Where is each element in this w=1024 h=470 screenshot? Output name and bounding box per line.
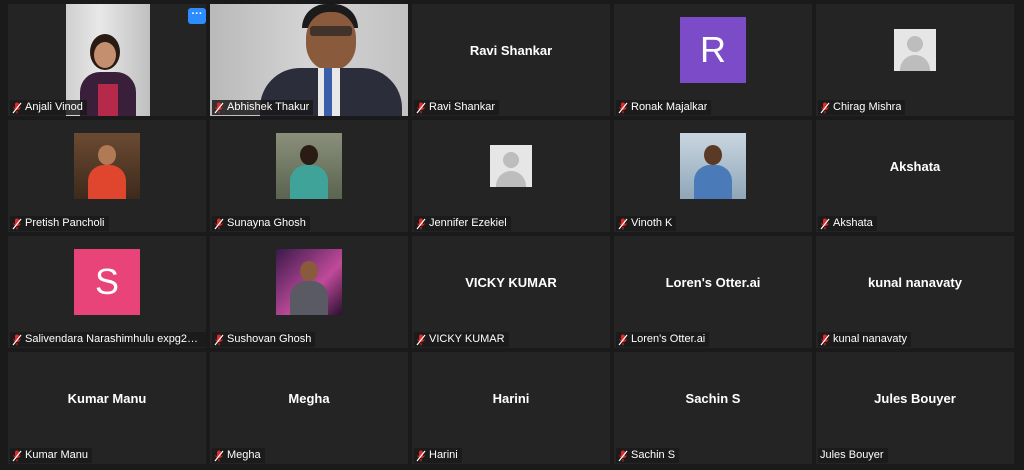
letter-avatar: R [680, 17, 746, 83]
profile-photo [74, 133, 140, 199]
participant-tile[interactable]: Abhishek Thakur [210, 4, 408, 116]
participant-display-name: Kumar Manu [67, 390, 147, 406]
participant-name-label: Salivendara Narashimhulu expg210... [10, 332, 206, 347]
profile-photo [276, 249, 342, 315]
participant-tile[interactable]: Jules Bouyer Jules Bouyer [816, 352, 1014, 464]
muted-mic-icon [618, 450, 628, 461]
participant-name: Harini [429, 449, 458, 461]
participant-name-label: Ronak Majalkar [616, 100, 712, 115]
muted-mic-icon [416, 450, 426, 461]
participant-name-label: Pretish Pancholi [10, 216, 109, 231]
participant-name-label: kunal nanavaty [818, 332, 911, 347]
participant-name: Anjali Vinod [25, 101, 83, 113]
participant-display-name: VICKY KUMAR [465, 274, 557, 290]
participant-name-label: Vinoth K [616, 216, 677, 231]
participant-name-label: Jules Bouyer [818, 448, 888, 463]
participant-tile[interactable]: Chirag Mishra [816, 4, 1014, 116]
participant-display-name: Akshata [889, 158, 941, 174]
muted-mic-icon [214, 218, 224, 229]
participant-display-name: Sachin S [685, 390, 741, 406]
participant-name-label: Abhishek Thakur [212, 100, 314, 115]
muted-mic-icon [12, 102, 22, 113]
participant-name: Chirag Mishra [833, 101, 902, 113]
participant-name-label: Megha [212, 448, 265, 463]
participant-tile[interactable]: VICKY KUMAR VICKY KUMAR [412, 236, 610, 348]
participant-display-name: Loren's Otter.ai [665, 274, 761, 290]
participant-tile[interactable]: Sushovan Ghosh [210, 236, 408, 348]
participant-name-label: Sachin S [616, 448, 680, 463]
participant-tile[interactable]: Loren's Otter.ai Loren's Otter.ai [614, 236, 812, 348]
participant-display-name: Jules Bouyer [874, 390, 956, 406]
participant-name: Sunayna Ghosh [227, 217, 306, 229]
participant-name: Sachin S [631, 449, 676, 461]
participant-name: Ronak Majalkar [631, 101, 708, 113]
participant-name-label: Jennifer Ezekiel [414, 216, 511, 231]
participant-tile[interactable]: Ravi Shankar Ravi Shankar [412, 4, 610, 116]
participant-name: Salivendara Narashimhulu expg210... [25, 333, 202, 345]
participant-display-name: kunal nanavaty [868, 274, 962, 290]
muted-mic-icon [416, 334, 426, 345]
participant-name-label: Anjali Vinod [10, 100, 87, 115]
participant-tile[interactable]: Vinoth K [614, 120, 812, 232]
participant-tile[interactable]: Jennifer Ezekiel [412, 120, 610, 232]
participant-name-label: Loren's Otter.ai [616, 332, 710, 347]
participant-name: Vinoth K [631, 217, 673, 229]
letter-avatar: S [74, 249, 140, 315]
more-options-button[interactable]: ··· [188, 8, 206, 24]
participant-name-label: VICKY KUMAR [414, 332, 509, 347]
participant-name: Loren's Otter.ai [631, 333, 706, 345]
muted-mic-icon [618, 334, 628, 345]
participant-tile[interactable]: S Salivendara Narashimhulu expg210... [8, 236, 206, 348]
video-gallery: Anjali Vinod ··· Abhishek Thakur Ravi Sh… [8, 4, 1016, 466]
participant-tile[interactable]: Sunayna Ghosh [210, 120, 408, 232]
muted-mic-icon [820, 218, 830, 229]
muted-mic-icon [214, 334, 224, 345]
participant-tile[interactable]: Harini Harini [412, 352, 610, 464]
participant-name: kunal nanavaty [833, 333, 907, 345]
participant-tile[interactable]: Sachin S Sachin S [614, 352, 812, 464]
muted-mic-icon [618, 218, 628, 229]
participant-display-name: Megha [288, 390, 330, 406]
muted-mic-icon [820, 102, 830, 113]
participant-name-label: Harini [414, 448, 462, 463]
participant-tile[interactable]: Akshata Akshata [816, 120, 1014, 232]
participant-tile[interactable]: Kumar Manu Kumar Manu [8, 352, 206, 464]
participant-name: VICKY KUMAR [429, 333, 505, 345]
participant-name: Abhishek Thakur [227, 101, 310, 113]
participant-name-label: Chirag Mishra [818, 100, 906, 115]
participant-display-name: Ravi Shankar [469, 42, 553, 58]
default-avatar-icon [894, 29, 936, 71]
muted-mic-icon [12, 218, 22, 229]
participant-name: Jules Bouyer [820, 449, 884, 461]
muted-mic-icon [12, 450, 22, 461]
muted-mic-icon [12, 334, 22, 345]
participant-name: Sushovan Ghosh [227, 333, 312, 345]
participant-tile[interactable]: Megha Megha [210, 352, 408, 464]
muted-mic-icon [618, 102, 628, 113]
participant-name-label: Kumar Manu [10, 448, 92, 463]
muted-mic-icon [214, 450, 224, 461]
muted-mic-icon [416, 218, 426, 229]
participant-tile[interactable]: R Ronak Majalkar [614, 4, 812, 116]
participant-name-label: Sushovan Ghosh [212, 332, 316, 347]
profile-photo [680, 133, 746, 199]
participant-name: Megha [227, 449, 261, 461]
participant-name-label: Ravi Shankar [414, 100, 500, 115]
participant-name: Ravi Shankar [429, 101, 496, 113]
participant-name: Jennifer Ezekiel [429, 217, 507, 229]
muted-mic-icon [214, 102, 224, 113]
participant-name: Kumar Manu [25, 449, 88, 461]
muted-mic-icon [820, 334, 830, 345]
muted-mic-icon [416, 102, 426, 113]
profile-photo [276, 133, 342, 199]
participant-display-name: Harini [492, 390, 530, 406]
participant-name-label: Sunayna Ghosh [212, 216, 310, 231]
participant-tile[interactable]: Anjali Vinod ··· [8, 4, 206, 116]
participant-name-label: Akshata [818, 216, 877, 231]
participant-tile[interactable]: kunal nanavaty kunal nanavaty [816, 236, 1014, 348]
participant-name: Pretish Pancholi [25, 217, 105, 229]
participant-name: Akshata [833, 217, 873, 229]
default-avatar-icon [490, 145, 532, 187]
participant-tile[interactable]: Pretish Pancholi [8, 120, 206, 232]
